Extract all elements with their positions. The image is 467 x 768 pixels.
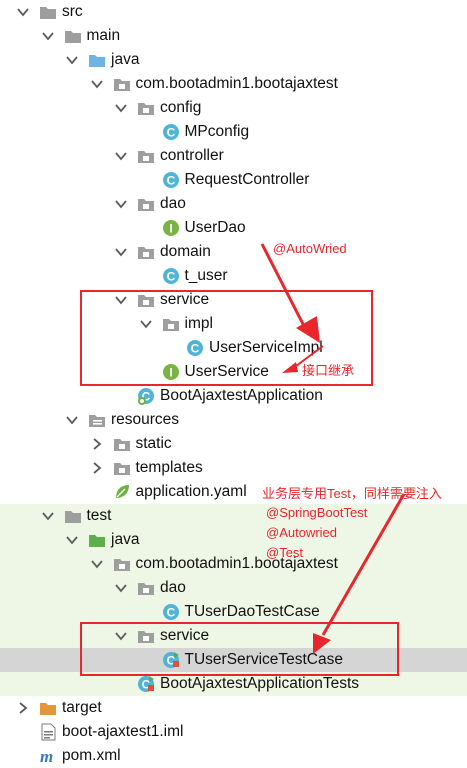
arrow-to-interface-inherit xyxy=(282,345,324,373)
project-tree: src main java com.bootadmin1.bootajaxtest co… xyxy=(0,0,467,765)
arrow-to-test-service xyxy=(313,493,406,654)
annotation-arrows xyxy=(260,243,406,654)
arrow-to-userserviceimpl xyxy=(260,243,320,343)
